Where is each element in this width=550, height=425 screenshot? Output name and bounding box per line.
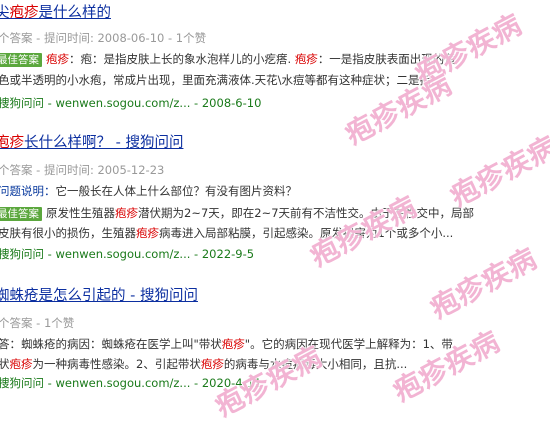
result-snippet-line: 皮肤有很小的损伤，生殖器疱疹病毒进入局部粘膜，引起感染。原发损害为1个或多个小.… [0, 224, 453, 242]
snippet-highlight: 疱疹 [200, 357, 224, 371]
result-date: - 2008-6-10 [190, 96, 262, 110]
best-answer-badge: 最佳答案 [0, 207, 42, 221]
result-meta: 个答案 - 1个赞 [0, 316, 75, 330]
result-meta: 个答案 - 提问时间: 2005-12-23 [0, 163, 165, 177]
result-meta: 个答案 - 提问时间: 2008-06-10 - 1个赞 [0, 31, 207, 45]
snippet-text: 答：蜘蛛疮的病因：蜘蛛疮在医学上叫"带状 [0, 337, 222, 351]
result-title-link[interactable]: 疱疹长什么样啊？ - 搜狗问问 [0, 134, 183, 152]
snippet-text: ：一是指皮肤表面出现的黄 [317, 52, 456, 66]
result-snippet-line: 最佳答案 疱疹：疱：是指皮肤上长的象水泡样儿的小疙瘩. 疱疹：一是指皮肤表面出现的… [0, 50, 456, 68]
title-highlight: 疱疹 [9, 5, 39, 21]
url-text: 捜狗问问 - wenwen.sogou.com/z... [0, 96, 191, 110]
result-url[interactable]: 捜狗问问 - wenwen.sogou.com/z... - 2022-9-5 [0, 246, 254, 262]
result-snippet-line: 状疱疹为一种病毒性感染。2、引起带状疱疹的病毒与水痘病毒大小相同，且抗... [0, 355, 407, 373]
url-text: 捜狗问问 - wenwen.sogou.com/z... [0, 376, 191, 390]
snippet-highlight: 疱疹 [136, 226, 159, 240]
result-date: - 2022-9-5 [190, 247, 255, 261]
description-text: 它一般长在人体上什么部位？有没有图片资料？ [55, 184, 298, 198]
result-url[interactable]: 捜狗问问 - wenwen.sogou.com/z... - 2008-6-10 [0, 95, 261, 111]
search-result: 尖疱疹是什么样的 个答案 - 提问时间: 2008-06-10 - 1个赞 最佳… [0, 4, 550, 116]
snippet-text: 皮肤有很小的损伤，生殖器 [0, 226, 136, 240]
snippet-text: "。它的病因在现代医学上解释为：1、带 [244, 337, 453, 351]
snippet-text: 病毒进入局部粘膜，引起感染。原发损害为1个或多个小... [159, 226, 454, 240]
snippet-highlight: 疱疹 [46, 52, 69, 66]
snippet-highlight: 疱疹 [294, 52, 318, 66]
snippet-highlight: 疱疹 [115, 206, 138, 220]
result-title-link[interactable]: 尖疱疹是什么样的 [0, 4, 111, 22]
title-text: 尖 [0, 5, 10, 21]
result-date: - 2020-4-11 [190, 376, 262, 390]
snippet-highlight: 疱疹 [9, 357, 33, 371]
snippet-text: 原发性生殖器 [46, 206, 115, 220]
search-results: 尖疱疹是什么样的 个答案 - 提问时间: 2008-06-10 - 1个赞 最佳… [0, 0, 550, 423]
result-snippet-line: 答：蜘蛛疮的病因：蜘蛛疮在医学上叫"带状疱疹"。它的病因在现代医学上解释为：1、… [0, 335, 453, 353]
result-title-link[interactable]: 蜘蛛疮是怎么引起的 - 搜狗问问 [0, 287, 198, 305]
title-text: 长什么样啊？ - 搜狗问问 [24, 135, 184, 151]
url-text: 捜狗问问 - wenwen.sogou.com/z... [0, 247, 191, 261]
snippet-highlight: 疱疹 [221, 337, 245, 351]
snippet-text: ：疱：是指皮肤上长的象水泡样儿的小疙瘩. [69, 52, 295, 66]
snippet-text: 为一种病毒性感染。2、引起带状 [32, 357, 201, 371]
snippet-text: 状 [0, 357, 10, 371]
title-text: 是什么样的 [38, 5, 112, 21]
result-snippet-line: 最佳答案 原发性生殖器疱疹潜伏期为2~7天，即在2~7天前有不洁性交。由于在性交中… [0, 204, 474, 222]
snippet-text: 潜伏期为2~7天，即在2~7天前有不洁性交。由于在性交中，局部 [138, 206, 475, 220]
search-result: 蜘蛛疮是怎么引起的 - 搜狗问问 个答案 - 1个赞 答：蜘蛛疮的病因：蜘蛛疮在… [0, 287, 550, 397]
result-snippet-line: 色或半透明的小水疱，常成片出现，里面充满液体.天花\水痘等都有这种症状；二是指.… [0, 73, 442, 87]
snippet-text: 的病毒与水痘病毒大小相同，且抗... [223, 357, 408, 371]
result-url[interactable]: 捜狗问问 - wenwen.sogou.com/z... - 2020-4-11 [0, 375, 261, 391]
best-answer-badge: 最佳答案 [0, 53, 42, 67]
title-highlight: 疱疹 [0, 135, 24, 151]
question-description: 问题说明：它一般长在人体上什么部位？有没有图片资料？ [0, 182, 297, 200]
description-label: 问题说明： [0, 184, 56, 198]
search-result: 疱疹长什么样啊？ - 搜狗问问 个答案 - 提问时间: 2005-12-23 问… [0, 134, 550, 264]
